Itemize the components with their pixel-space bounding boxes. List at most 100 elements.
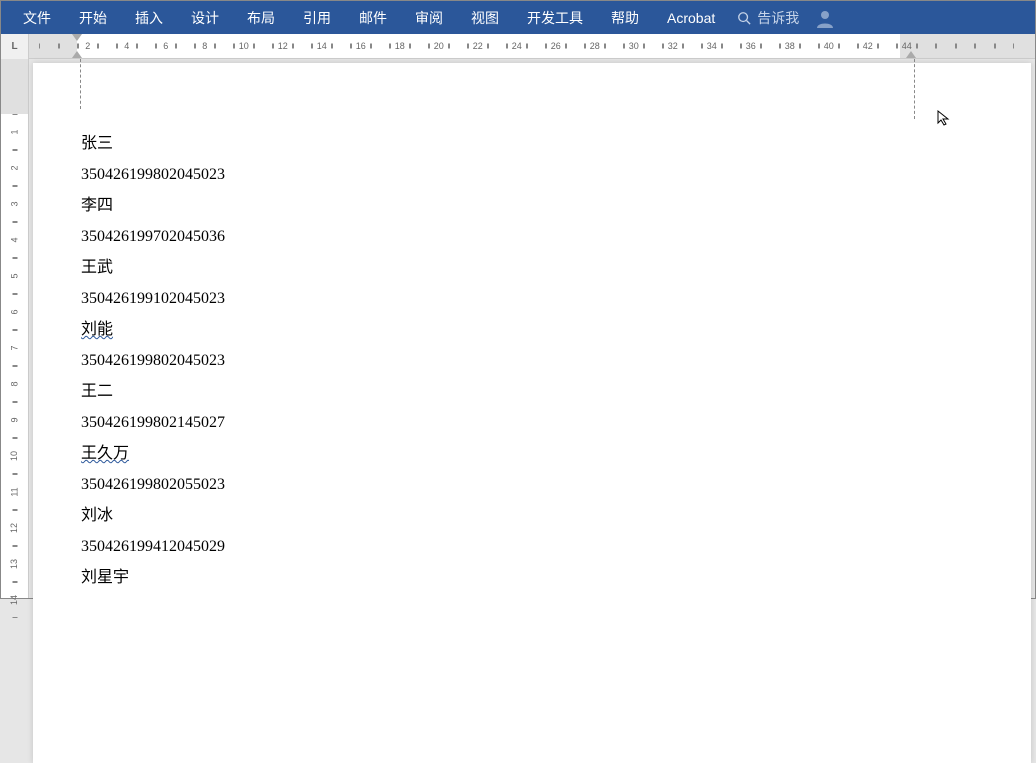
- h-ruler-tick: [527, 34, 547, 58]
- tab-file[interactable]: 文件: [9, 1, 65, 34]
- document-line[interactable]: 刘星宇: [81, 562, 1031, 593]
- h-ruler-tick: 40: [819, 34, 839, 58]
- tab-insert[interactable]: 插入: [121, 1, 177, 34]
- h-ruler-tick: [371, 34, 391, 58]
- h-ruler-tick: 10: [234, 34, 254, 58]
- document-line[interactable]: 王二: [81, 376, 1031, 407]
- ruler-marks: 2468101214161820222426283032343638404244: [39, 34, 1035, 58]
- left-margin-guide: [80, 59, 81, 109]
- h-ruler-tick: [332, 34, 352, 58]
- v-ruler-tick: 3: [1, 186, 28, 222]
- h-ruler-tick: [683, 34, 703, 58]
- h-ruler-tick: [917, 34, 937, 58]
- document-line[interactable]: 350426199802145027: [81, 407, 1031, 438]
- h-ruler-tick: [137, 34, 157, 58]
- h-ruler-tick: 36: [741, 34, 761, 58]
- v-ruler-tick: 6: [1, 294, 28, 330]
- h-ruler-tick: 16: [351, 34, 371, 58]
- search-icon: [737, 11, 751, 25]
- h-ruler-tick: 18: [390, 34, 410, 58]
- v-ruler-tick: 12: [1, 510, 28, 546]
- document-line[interactable]: 350426199702045036: [81, 221, 1031, 252]
- first-line-indent-marker[interactable]: [72, 34, 82, 41]
- h-ruler-tick: 12: [273, 34, 293, 58]
- document-line[interactable]: 王武: [81, 252, 1031, 283]
- horizontal-ruler-container: L 24681012141618202224262830323436384042…: [1, 34, 1035, 59]
- document-line[interactable]: 张三: [81, 128, 1031, 159]
- document-line[interactable]: 王久万: [81, 438, 1031, 469]
- h-ruler-tick: 30: [624, 34, 644, 58]
- h-ruler-tick: [761, 34, 781, 58]
- tab-developer[interactable]: 开发工具: [513, 1, 597, 34]
- h-ruler-tick: [878, 34, 898, 58]
- h-ruler-tick: [995, 34, 1015, 58]
- tab-acrobat[interactable]: Acrobat: [653, 1, 729, 34]
- h-ruler-tick: [975, 34, 995, 58]
- vertical-ruler[interactable]: 1234567891011121314: [1, 59, 29, 598]
- h-ruler-tick: [644, 34, 664, 58]
- document-line[interactable]: 350426199802055023: [81, 469, 1031, 500]
- content-area: 1234567891011121314 张三350426199802045023…: [1, 59, 1035, 598]
- hanging-indent-marker[interactable]: [72, 51, 82, 58]
- h-ruler-tick: 14: [312, 34, 332, 58]
- h-ruler-tick: [936, 34, 956, 58]
- v-ruler-tick: 9: [1, 402, 28, 438]
- v-ruler-tick: 2: [1, 150, 28, 186]
- h-ruler-tick: 20: [429, 34, 449, 58]
- document-line[interactable]: 350426199802045023: [81, 159, 1031, 190]
- document-line[interactable]: 刘能: [81, 314, 1031, 345]
- v-ruler-tick: 13: [1, 546, 28, 582]
- v-ruler-tick: 4: [1, 222, 28, 258]
- h-ruler-tick: [39, 34, 59, 58]
- h-ruler-tick: 24: [507, 34, 527, 58]
- tab-references[interactable]: 引用: [289, 1, 345, 34]
- document-line[interactable]: 刘冰: [81, 500, 1031, 531]
- h-ruler-tick: [605, 34, 625, 58]
- v-ruler-tick: 14: [1, 582, 28, 618]
- document-line[interactable]: 李四: [81, 190, 1031, 221]
- tab-mailings[interactable]: 邮件: [345, 1, 401, 34]
- tell-me-search[interactable]: 告诉我: [729, 8, 807, 28]
- document-line[interactable]: 350426199102045023: [81, 283, 1031, 314]
- v-ruler-marks: 1234567891011121314: [1, 114, 28, 618]
- h-ruler-tick: 4: [117, 34, 137, 58]
- v-ruler-top-margin: [1, 59, 28, 114]
- horizontal-ruler[interactable]: 2468101214161820222426283032343638404244: [29, 34, 1035, 58]
- tab-layout[interactable]: 布局: [233, 1, 289, 34]
- v-ruler-tick: 10: [1, 438, 28, 474]
- h-ruler-tick: [176, 34, 196, 58]
- right-margin-guide: [914, 59, 915, 119]
- h-ruler-tick: [722, 34, 742, 58]
- h-ruler-tick: [839, 34, 859, 58]
- h-ruler-tick: 26: [546, 34, 566, 58]
- user-icon[interactable]: [815, 8, 835, 28]
- h-ruler-tick: [488, 34, 508, 58]
- tab-view[interactable]: 视图: [457, 1, 513, 34]
- h-ruler-tick: 38: [780, 34, 800, 58]
- v-ruler-tick: 11: [1, 474, 28, 510]
- tab-review[interactable]: 审阅: [401, 1, 457, 34]
- v-ruler-tick: 8: [1, 366, 28, 402]
- h-ruler-tick: [254, 34, 274, 58]
- h-ruler-tick: [566, 34, 586, 58]
- ribbon-menu: 文件 开始 插入 设计 布局 引用 邮件 审阅 视图 开发工具 帮助 Acrob…: [1, 1, 1035, 34]
- tab-home[interactable]: 开始: [65, 1, 121, 34]
- v-ruler-tick: 5: [1, 258, 28, 294]
- document-page[interactable]: 张三350426199802045023李四350426199702045036…: [33, 63, 1031, 763]
- h-ruler-tick: [98, 34, 118, 58]
- tab-help[interactable]: 帮助: [597, 1, 653, 34]
- mouse-cursor-icon: [936, 109, 954, 127]
- h-ruler-tick: [215, 34, 235, 58]
- ruler-tab-selector[interactable]: L: [1, 34, 29, 59]
- h-ruler-tick: 22: [468, 34, 488, 58]
- h-ruler-tick: [293, 34, 313, 58]
- tab-design[interactable]: 设计: [177, 1, 233, 34]
- document-line[interactable]: 350426199802045023: [81, 345, 1031, 376]
- document-line[interactable]: 350426199412045029: [81, 531, 1031, 562]
- v-ruler-tick: 1: [1, 114, 28, 150]
- h-ruler-tick: [800, 34, 820, 58]
- h-ruler-tick: 34: [702, 34, 722, 58]
- h-ruler-tick: 8: [195, 34, 215, 58]
- h-ruler-tick: [449, 34, 469, 58]
- right-indent-marker[interactable]: [906, 51, 916, 58]
